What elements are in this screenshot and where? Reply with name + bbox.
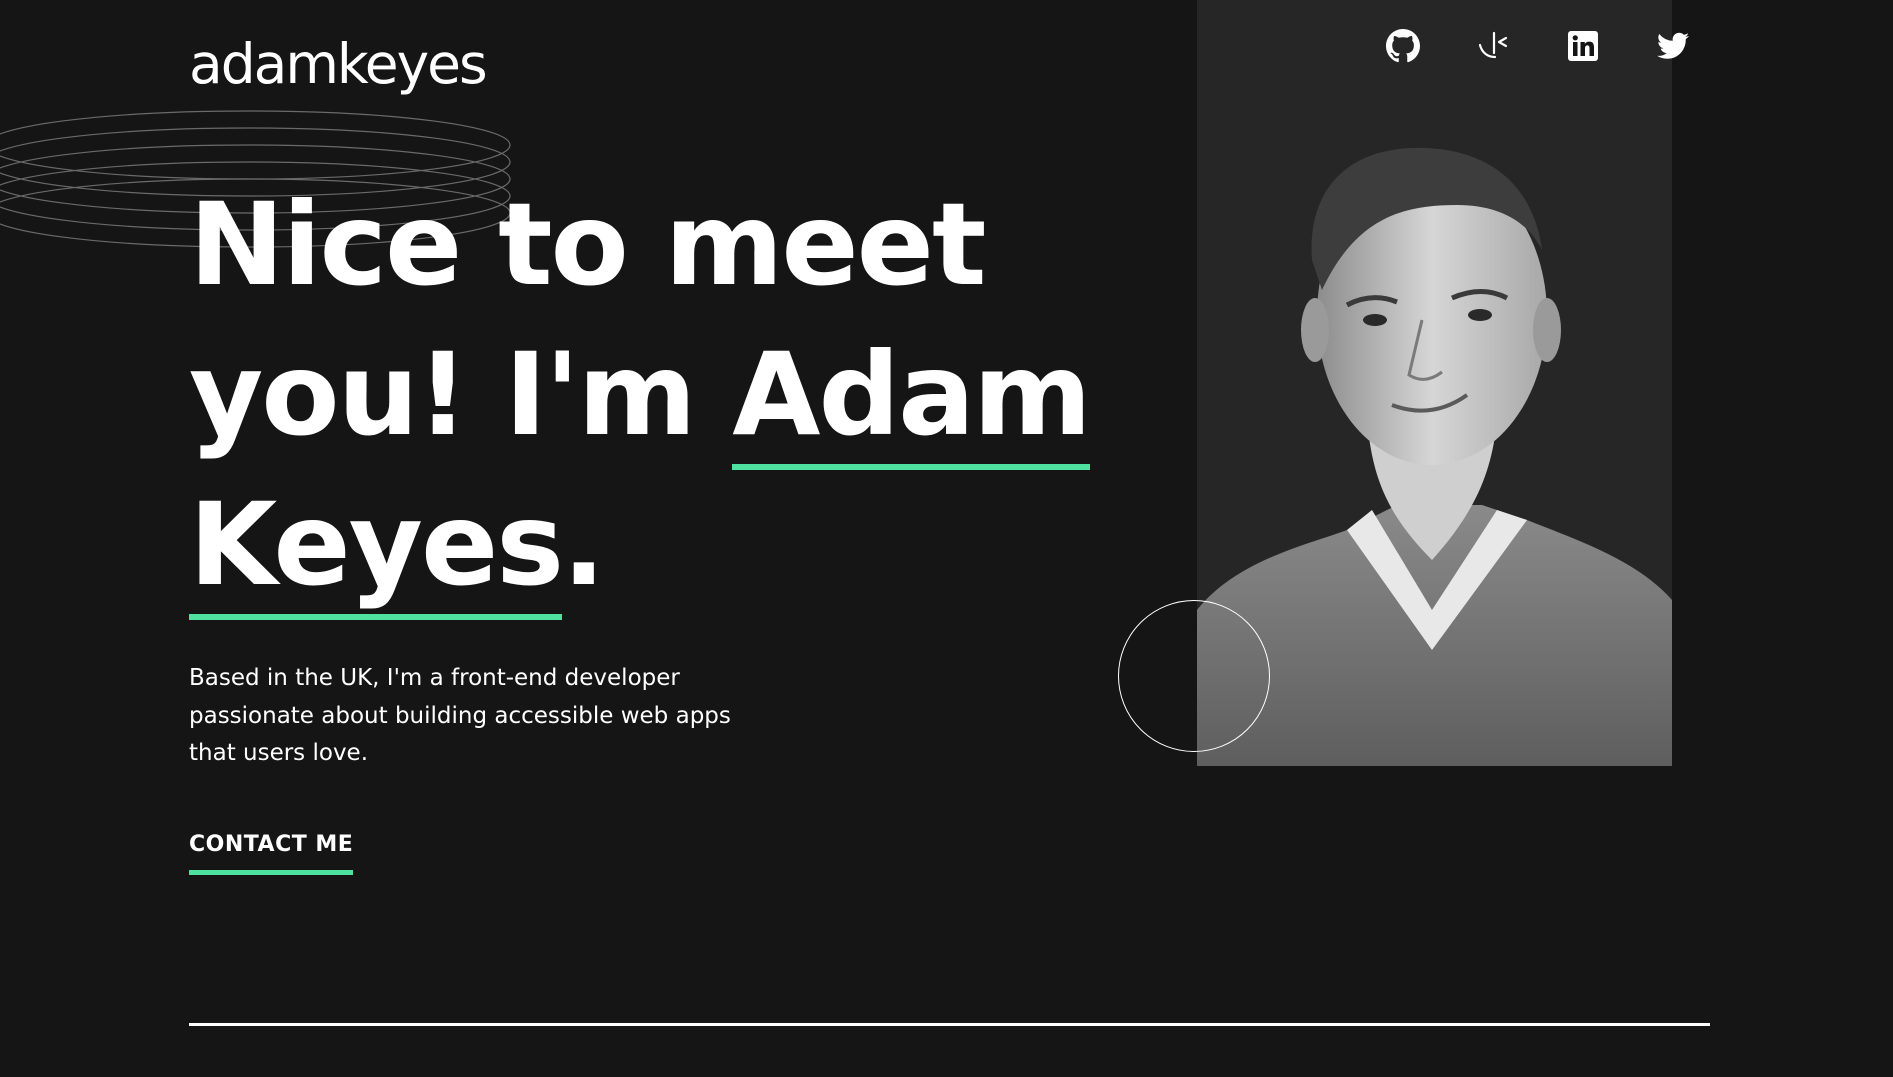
frontend-mentor-link[interactable] — [1475, 28, 1511, 64]
twitter-link[interactable] — [1655, 28, 1691, 64]
hero-line-1: Nice to meet — [189, 178, 987, 311]
hero-period: . — [562, 478, 605, 611]
profile-photo — [1197, 0, 1672, 766]
github-link[interactable] — [1385, 28, 1421, 64]
section-divider — [189, 1023, 1710, 1026]
hero-first-name: Adam — [732, 320, 1092, 470]
github-icon — [1386, 29, 1420, 63]
linkedin-link[interactable] — [1565, 28, 1601, 64]
linkedin-icon — [1568, 31, 1598, 61]
site-logo[interactable]: adamkeyes — [189, 28, 488, 100]
hero-line-3: Keyes. — [189, 470, 1089, 620]
hero-last-name: Keyes — [189, 470, 564, 620]
hero-line-2: you! I'm Adam — [189, 320, 1092, 470]
contact-me-button[interactable]: CONTACT ME — [189, 830, 354, 875]
page: adamkeyes Nice to meet you! I'm Adam Key… — [0, 0, 1893, 1077]
twitter-icon — [1657, 32, 1689, 59]
frontend-mentor-icon — [1478, 31, 1508, 59]
intro-text: Based in the UK, I'm a front-end develop… — [189, 665, 731, 766]
hero-heading: Nice to meet you! I'm Adam Keyes. — [189, 170, 1092, 620]
social-links — [1385, 28, 1691, 64]
hero-greeting: you! I'm — [189, 328, 733, 461]
decorative-circle — [1118, 600, 1270, 752]
